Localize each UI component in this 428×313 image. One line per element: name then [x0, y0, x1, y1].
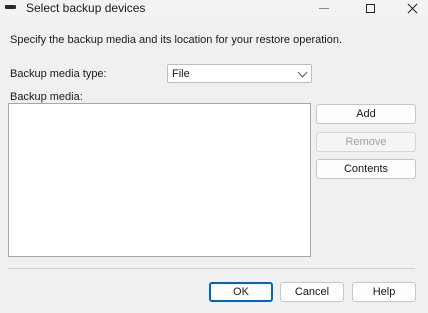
- add-button[interactable]: Add: [316, 104, 416, 124]
- select-backup-devices-dialog: Select backup devices Specify the backup…: [0, 0, 428, 313]
- footer-divider: [8, 268, 415, 269]
- backup-media-type-select[interactable]: File: [167, 64, 312, 83]
- contents-button[interactable]: Contents: [316, 159, 416, 179]
- cancel-button[interactable]: Cancel: [280, 282, 344, 302]
- ok-button[interactable]: OK: [209, 282, 273, 302]
- app-icon: [5, 5, 16, 9]
- chevron-down-icon: [297, 67, 308, 78]
- backup-media-list[interactable]: [8, 103, 311, 257]
- minimize-button[interactable]: [304, 0, 344, 16]
- maximize-icon: [365, 3, 375, 13]
- backup-media-type-value: File: [172, 68, 190, 80]
- maximize-button[interactable]: [350, 0, 390, 16]
- instructions-text: Specify the backup media and its locatio…: [10, 34, 343, 46]
- backup-media-type-label: Backup media type:: [10, 68, 107, 80]
- help-button[interactable]: Help: [352, 282, 416, 302]
- backup-media-label: Backup media:: [10, 91, 83, 103]
- title-bar: Select backup devices: [0, 0, 428, 16]
- window-title: Select backup devices: [26, 1, 146, 15]
- minimize-icon: [319, 7, 329, 9]
- close-icon: [407, 3, 418, 14]
- remove-button: Remove: [316, 132, 416, 152]
- close-button[interactable]: [392, 0, 428, 16]
